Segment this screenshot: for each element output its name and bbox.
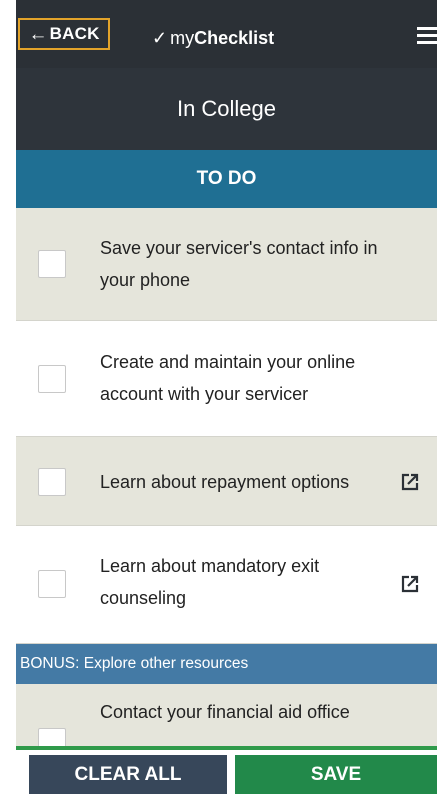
left-arrow-icon: ←: [28, 23, 48, 45]
item-label: Learn about repayment options: [100, 472, 350, 492]
brand-suffix: Checklist: [194, 28, 275, 48]
checklist-item[interactable]: Create and maintain your online account …: [16, 321, 437, 437]
back-button[interactable]: ← BACK: [18, 18, 110, 50]
checklist-item[interactable]: Learn about mandatory exit counseling: [16, 526, 437, 644]
checklist-item[interactable]: Contact your financial aid office: [16, 684, 437, 756]
item-label: Learn about mandatory exit counseling: [100, 556, 320, 608]
page-title: In College: [16, 68, 437, 150]
item-label: Create and maintain your online account …: [100, 352, 356, 404]
brand-prefix: my: [170, 28, 195, 48]
external-link-icon[interactable]: [400, 472, 420, 492]
save-button[interactable]: SAVE: [235, 755, 437, 794]
item-label: Save your servicer's contact info in you…: [100, 238, 378, 290]
item-checkbox[interactable]: [38, 468, 66, 496]
external-link-icon[interactable]: [400, 574, 420, 594]
back-button-label: BACK: [49, 24, 100, 43]
checklist-item[interactable]: Learn about repayment options: [16, 437, 437, 526]
item-checkbox[interactable]: [38, 570, 66, 598]
bonus-section-header: BONUS: Explore other resources: [16, 644, 437, 684]
hamburger-menu-icon[interactable]: [417, 27, 437, 44]
brand-logo: ✓ my Checklist: [152, 28, 274, 49]
footer-divider: [16, 746, 437, 750]
clear-all-button[interactable]: CLEAR ALL: [29, 755, 227, 794]
item-label: Contact your financial aid office: [100, 702, 350, 722]
app-header: ← BACK ✓ my Checklist: [16, 0, 437, 68]
checklist-item[interactable]: Save your servicer's contact info in you…: [16, 208, 437, 321]
checkmark-icon: ✓: [152, 28, 168, 48]
todo-section-header: TO DO: [16, 150, 437, 208]
item-checkbox[interactable]: [38, 250, 66, 278]
item-checkbox[interactable]: [38, 365, 66, 393]
app-screen: ← BACK ✓ my Checklist In College TO DO S…: [16, 0, 437, 794]
